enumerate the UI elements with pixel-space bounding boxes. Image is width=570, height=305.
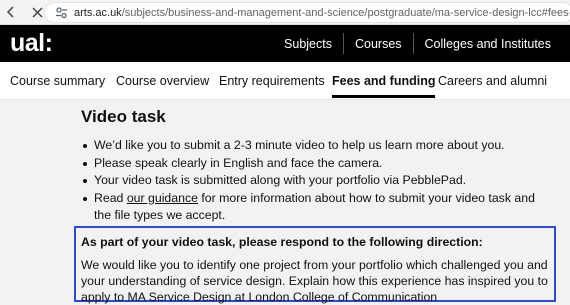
video-task-list: We’d like you to submit a 2-3 minute vid… <box>81 137 551 225</box>
back-arrow-icon[interactable] <box>4 5 18 19</box>
site-header: ual: Subjects Courses Colleges and Insti… <box>0 25 570 62</box>
main-content: Video task We’d like you to submit a 2-3… <box>0 100 570 305</box>
guidance-link[interactable]: our guidance <box>127 191 198 205</box>
url-host: arts.ac.uk <box>74 6 122 19</box>
video-direction-callout: As part of your video task, please respo… <box>74 226 556 304</box>
header-link-courses[interactable]: Courses <box>342 33 413 54</box>
list-item: Please speak clearly in English and face… <box>81 155 551 173</box>
list-item: Your video task is submitted along with … <box>81 172 551 190</box>
list-item: Read our guidance for more information a… <box>81 190 551 225</box>
list-item: We’d like you to submit a 2-3 minute vid… <box>81 137 551 155</box>
url-path: /subjects/business-and-management-and-sc… <box>121 6 570 19</box>
section-title: Video task <box>81 107 166 126</box>
ual-logo[interactable]: ual: <box>10 31 53 56</box>
stop-loading-icon[interactable] <box>30 5 44 19</box>
browser-toolbar: arts.ac.uk/subjects/business-and-managem… <box>0 0 570 25</box>
course-tabs: Course summary Course overview Entry req… <box>0 62 570 100</box>
address-bar[interactable]: arts.ac.uk/subjects/business-and-managem… <box>44 2 570 23</box>
header-nav: Subjects Courses Colleges and Institutes <box>273 25 570 62</box>
tab-careers-and-alumni[interactable]: Careers and alumni <box>438 74 547 88</box>
tab-course-overview[interactable]: Course overview <box>116 74 209 88</box>
header-link-colleges[interactable]: Colleges and Institutes <box>412 33 570 54</box>
tab-entry-requirements[interactable]: Entry requirements <box>219 74 325 88</box>
tab-fees-and-funding[interactable]: Fees and funding <box>332 74 436 98</box>
tab-course-summary[interactable]: Course summary <box>10 74 105 88</box>
list-item-prefix: Read <box>94 190 127 205</box>
callout-body: We would like you to identify one projec… <box>81 258 548 304</box>
site-info-icon[interactable] <box>55 6 68 19</box>
header-link-subjects[interactable]: Subjects <box>273 33 343 54</box>
callout-heading: As part of your video task, please respo… <box>81 235 483 249</box>
url-text[interactable]: arts.ac.uk/subjects/business-and-managem… <box>74 7 570 19</box>
